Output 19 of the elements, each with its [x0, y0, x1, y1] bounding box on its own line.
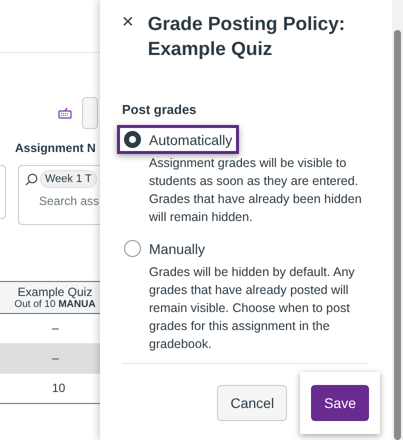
- radio-button[interactable]: [124, 240, 141, 257]
- search-icon: [25, 172, 38, 186]
- scrollbar[interactable]: [392, 0, 403, 440]
- keyboard-icon[interactable]: [58, 107, 72, 119]
- section-label: Assignment N: [15, 141, 97, 155]
- option-description: Grades will be hidden by default. Any grades that have already posted will remain visible. Choose when to post grades for this assignment in the gradebook.: [149, 264, 356, 353]
- radio-button[interactable]: [124, 131, 141, 148]
- panel-title: Grade Posting Policy: Example Quiz: [148, 13, 346, 62]
- filter-chip[interactable]: Week 1 T: [40, 170, 97, 188]
- column-header: Example Quiz Out of 10 MANUA: [0, 281, 100, 314]
- group-label: Post grades: [122, 102, 198, 117]
- menu-button[interactable]: [82, 97, 98, 129]
- cancel-button[interactable]: Cancel: [217, 385, 288, 421]
- option-description: Assignment grades will be visible to students as soon as they are entered. Grades that have already been hidden will remain hidden.: [149, 155, 363, 226]
- close-button[interactable]: ×: [122, 12, 134, 32]
- table-cell: –: [0, 344, 100, 374]
- option-label[interactable]: Automatically: [149, 132, 232, 148]
- option-label[interactable]: Manually: [149, 240, 206, 256]
- save-button[interactable]: Save: [311, 385, 369, 421]
